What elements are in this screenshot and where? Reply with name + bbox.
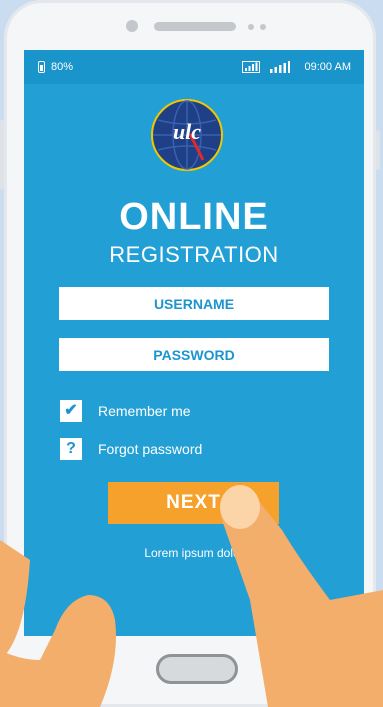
- remember-me-label: Remember me: [98, 403, 191, 419]
- username-input[interactable]: [59, 287, 329, 320]
- sensor-dot: [248, 24, 254, 30]
- title-registration: REGISTRATION: [109, 242, 279, 267]
- power-button: [376, 130, 380, 170]
- clock: 09:00 AM: [304, 61, 351, 73]
- volume-button: [0, 120, 4, 190]
- question-icon[interactable]: ?: [60, 438, 82, 460]
- login-screen: 80% 09:00 AM ulc ONLINE REGISTRATION USE…: [24, 50, 364, 636]
- battery-icon: [38, 61, 45, 73]
- title-online: ONLINE: [119, 196, 269, 238]
- signal-strength-icon: [270, 61, 290, 73]
- password-input[interactable]: [59, 338, 329, 371]
- battery-level: 80%: [51, 61, 74, 73]
- home-button[interactable]: [156, 654, 238, 684]
- status-bar: 80% 09:00 AM: [24, 50, 364, 84]
- remember-me-checkbox[interactable]: ✔: [60, 400, 82, 422]
- signal-box-icon: [242, 61, 260, 73]
- next-button[interactable]: NEXT: [108, 482, 279, 524]
- logo-text: ulc: [173, 119, 201, 144]
- ulc-logo-icon: ulc: [151, 99, 223, 171]
- forgot-password-link[interactable]: Forgot password: [98, 441, 202, 457]
- footer-text: Lorem ipsum dolor: [144, 546, 244, 560]
- front-camera-icon: [126, 20, 138, 32]
- sensor-dot: [260, 24, 266, 30]
- earpiece-speaker: [154, 22, 236, 31]
